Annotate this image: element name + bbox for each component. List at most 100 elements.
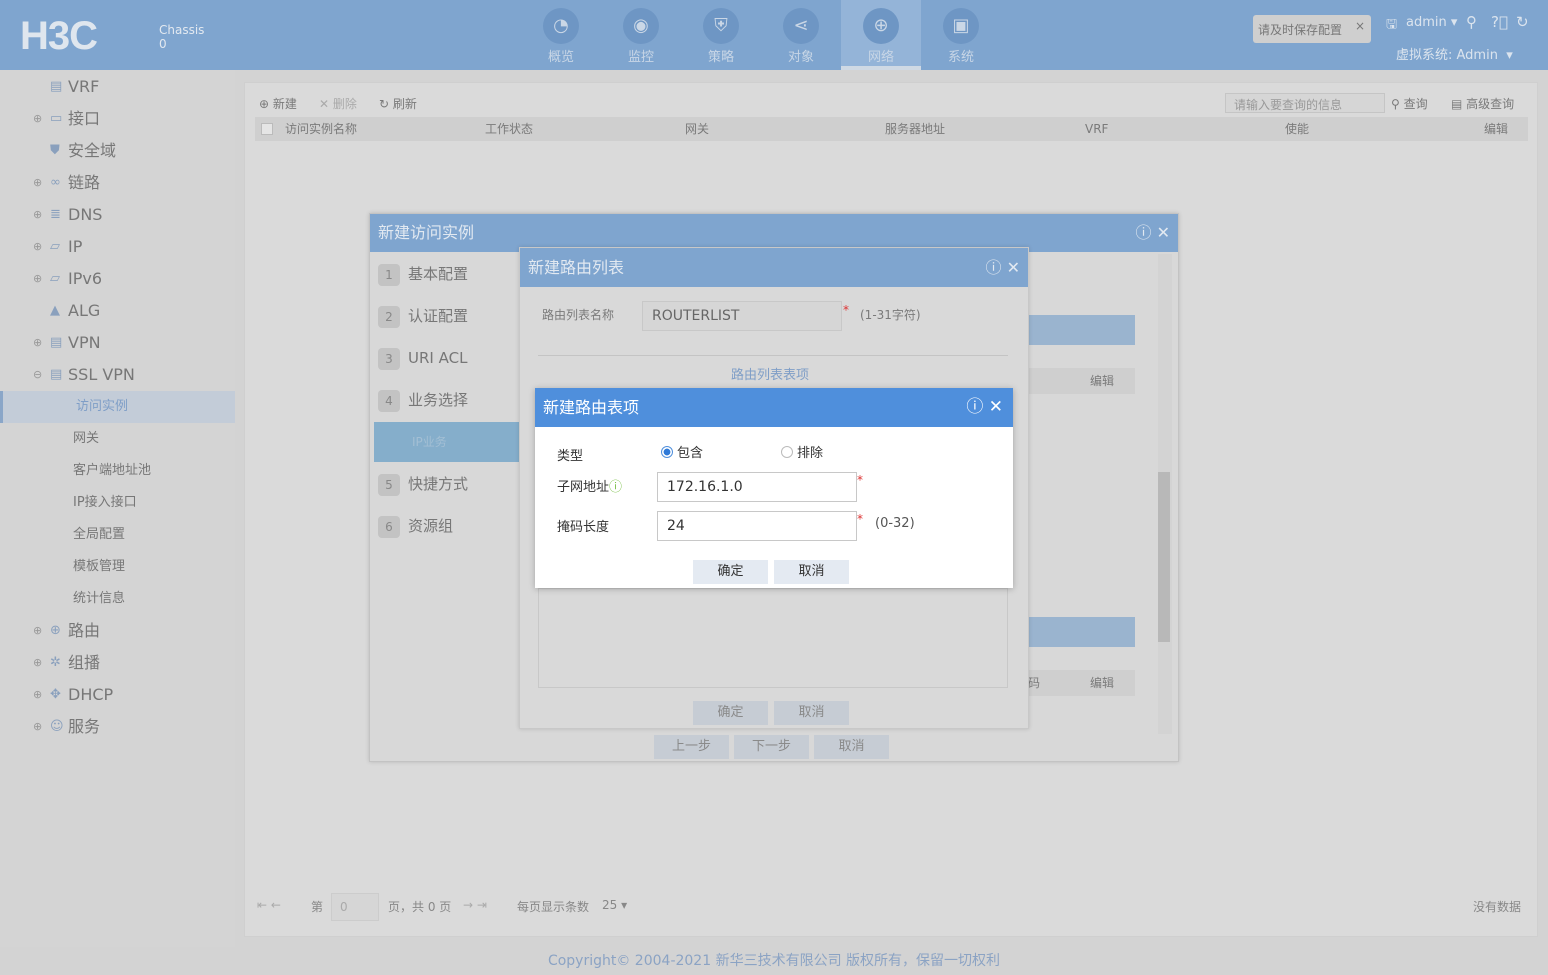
next-button[interactable]: 下一步 xyxy=(734,735,809,759)
column-header[interactable]: 网关 xyxy=(685,117,709,141)
advanced-query-button[interactable]: ▤ 高级查询 xyxy=(1451,95,1514,112)
cancel-button[interactable]: 取消 xyxy=(774,701,849,725)
step-5[interactable]: 5 快捷方式 xyxy=(378,464,468,504)
help-icon[interactable]: ⓘ xyxy=(609,480,622,495)
search-icon[interactable]: ⚲ xyxy=(1466,13,1477,31)
section-header xyxy=(1028,315,1135,345)
help-close-icons[interactable]: ⓘ ✕ xyxy=(1136,214,1171,252)
vrf-icon: ▤ xyxy=(50,79,63,94)
search-input[interactable]: 请输入要查询的信息 xyxy=(1225,93,1385,113)
nav-monitor[interactable]: ◉ 监控 xyxy=(601,0,681,70)
nav-object[interactable]: ⋖ 对象 xyxy=(761,0,841,70)
step-2[interactable]: 2 认证配置 xyxy=(378,296,468,336)
new-route-entry-dialog: 新建路由表项 ⓘ ✕ 类型 包含 排除 子网地址ⓘ 172.16.1.0 * 掩码… xyxy=(535,388,1013,588)
column-header[interactable]: 使能 xyxy=(1285,117,1309,141)
type-include-radio[interactable]: 包含 xyxy=(661,442,703,461)
type-exclude-radio[interactable]: 排除 xyxy=(781,442,823,461)
help-icon[interactable]: ⓘ xyxy=(966,397,983,417)
sidebar-item-routing[interactable]: ⊕ ⊕ 路由 xyxy=(0,615,235,647)
nav-network[interactable]: ⊕ 网络 xyxy=(841,0,921,70)
sidebar-sub-client-pool[interactable]: 客户端地址池 xyxy=(0,455,235,487)
expand-icon[interactable]: ⊕ xyxy=(33,167,42,199)
ok-button[interactable]: 确定 xyxy=(693,701,768,725)
table-header: 访问实例名称 工作状态 网关 服务器地址 VRF 使能 编辑 xyxy=(255,117,1528,141)
required-mark: * xyxy=(857,512,863,526)
select-all-checkbox[interactable] xyxy=(261,123,273,135)
help-icon[interactable]: ?⃝ xyxy=(1491,13,1508,31)
expand-icon[interactable]: ⊕ xyxy=(33,327,42,359)
item-label: 安全域 xyxy=(68,141,117,160)
new-button[interactable]: ⊕ 新建 xyxy=(259,95,297,112)
per-page-select[interactable]: 25 ▾ xyxy=(602,898,627,912)
collapse-icon[interactable]: ⊖ xyxy=(33,359,42,391)
sidebar-item-interface[interactable]: ⊕ ▭ 接口 xyxy=(0,103,235,135)
column-header[interactable]: 访问实例名称 xyxy=(285,117,357,141)
sidebar-item-link[interactable]: ⊕ ∞ 链路 xyxy=(0,167,235,199)
sidebar-sub-template[interactable]: 模板管理 xyxy=(0,551,235,583)
expand-icon[interactable]: ⊕ xyxy=(33,199,42,231)
close-icon[interactable]: ✕ xyxy=(989,397,1003,417)
subnet-address-input[interactable]: 172.16.1.0 xyxy=(657,472,857,502)
sidebar-item-vrf[interactable]: ▤ VRF xyxy=(0,71,235,103)
column-header[interactable]: VRF xyxy=(1085,117,1108,141)
dialog-title: 新建访问实例 xyxy=(378,223,475,242)
sidebar-item-dhcp[interactable]: ⊕ ✥ DHCP xyxy=(0,679,235,711)
expand-icon[interactable]: ⊕ xyxy=(33,711,42,743)
logout-icon[interactable]: ↻ xyxy=(1516,13,1529,31)
expand-icon[interactable]: ⊕ xyxy=(33,231,42,263)
scrollbar[interactable] xyxy=(1158,254,1172,734)
sidebar-sub-statistics[interactable]: 统计信息 xyxy=(0,583,235,615)
first-page-button[interactable]: ⇤ ← xyxy=(257,898,281,912)
vsys-select[interactable]: 虚拟系统: Admin ▾ xyxy=(1396,44,1513,63)
expand-icon[interactable]: ⊕ xyxy=(33,647,42,679)
ok-button[interactable]: 确定 xyxy=(693,560,768,584)
step-1[interactable]: 1 基本配置 xyxy=(378,254,468,294)
sidebar-sub-global-config[interactable]: 全局配置 xyxy=(0,519,235,551)
close-icon[interactable]: × xyxy=(1355,19,1365,33)
query-button[interactable]: ⚲ 查询 xyxy=(1391,95,1428,112)
sidebar-item-ip[interactable]: ⊕ ▱ IP xyxy=(0,231,235,263)
cancel-button[interactable]: 取消 xyxy=(774,560,849,584)
dialog-title-bar: 新建路由列表 ⓘ ✕ xyxy=(520,248,1028,287)
column-header[interactable]: 工作状态 xyxy=(485,117,533,141)
next-page-button[interactable]: → ⇥ xyxy=(463,898,487,912)
expand-icon[interactable]: ⊕ xyxy=(33,615,42,647)
section-header xyxy=(1028,617,1135,647)
cancel-button[interactable]: 取消 xyxy=(814,735,889,759)
nav-system[interactable]: ▣ 系统 xyxy=(921,0,1001,70)
save-notice[interactable]: 请及时保存配置 × xyxy=(1253,15,1371,43)
route-list-name-input[interactable]: ROUTERLIST xyxy=(642,301,842,331)
sidebar-item-service[interactable]: ⊕ ☺ 服务 xyxy=(0,711,235,743)
nav-label: 监控 xyxy=(627,50,654,65)
column-header[interactable]: 编辑 xyxy=(1484,117,1508,141)
sidebar-item-dns[interactable]: ⊕ ≣ DNS xyxy=(0,199,235,231)
column-header[interactable]: 服务器地址 xyxy=(885,117,945,141)
help-close-icons[interactable]: ⓘ ✕ xyxy=(986,248,1021,287)
expand-icon[interactable]: ⊕ xyxy=(33,263,42,295)
nav-policy[interactable]: ⛨ 策略 xyxy=(681,0,761,70)
expand-icon[interactable]: ⊕ xyxy=(33,103,42,135)
sidebar-sub-ip-access-interface[interactable]: IP接入接口 xyxy=(0,487,235,519)
sidebar-item-multicast[interactable]: ⊕ ✲ 组播 xyxy=(0,647,235,679)
sidebar-sub-access-instance[interactable]: 访问实例 xyxy=(0,391,235,423)
sidebar-item-security-zone[interactable]: ⛊ 安全域 xyxy=(0,135,235,167)
expand-icon[interactable]: ⊕ xyxy=(33,679,42,711)
sidebar-item-ssl-vpn[interactable]: ⊖ ▤ SSL VPN xyxy=(0,359,235,391)
sidebar-item-vpn[interactable]: ⊕ ▤ VPN xyxy=(0,327,235,359)
step-3[interactable]: 3 URI ACL xyxy=(378,338,467,378)
prev-button[interactable]: 上一步 xyxy=(654,735,729,759)
page-number-input[interactable]: 0 xyxy=(331,893,379,921)
mask-length-input[interactable]: 24 xyxy=(657,511,857,541)
user-menu[interactable]: admin ▾ xyxy=(1406,15,1457,30)
step-6[interactable]: 6 资源组 xyxy=(378,506,453,546)
search-icon: ⚲ xyxy=(1391,97,1400,111)
sidebar-item-ipv6[interactable]: ⊕ ▱ IPv6 xyxy=(0,263,235,295)
refresh-button[interactable]: ↻ 刷新 xyxy=(379,95,417,112)
sidebar-item-alg[interactable]: ▲ ALG xyxy=(0,295,235,327)
step-ip-service[interactable]: IP业务 xyxy=(374,422,521,462)
step-4[interactable]: 4 业务选择 xyxy=(378,380,468,420)
nav-overview[interactable]: ◔ 概览 xyxy=(521,0,601,70)
save-icon[interactable]: 🖫 xyxy=(1386,15,1397,37)
delete-button[interactable]: ✕ 删除 xyxy=(319,95,357,112)
sidebar-sub-gateway[interactable]: 网关 xyxy=(0,423,235,455)
